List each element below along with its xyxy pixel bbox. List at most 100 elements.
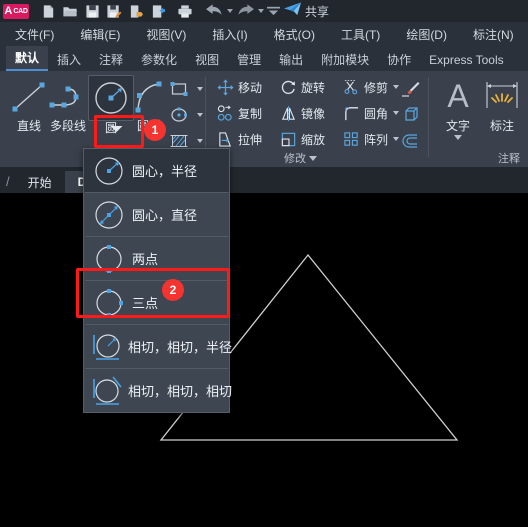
menu-item-two-point[interactable]: 两点 — [84, 237, 229, 280]
hatch-dropdown-icon[interactable] — [197, 139, 203, 143]
rotate-button[interactable]: 旋转 — [277, 75, 325, 99]
polyline-button[interactable]: 多段线 — [45, 75, 91, 133]
publish-icon[interactable] — [147, 1, 169, 21]
scale-button[interactable]: 缩放 — [277, 127, 325, 151]
drawing-canvas[interactable] — [0, 193, 528, 522]
quick-access-toolbar: A CAD 共享 — [0, 0, 528, 22]
circle-ttt-icon — [90, 374, 124, 408]
scale-icon — [277, 131, 299, 148]
open-folder-icon[interactable] — [59, 1, 81, 21]
menu-edit[interactable]: 编辑(E) — [71, 22, 129, 46]
copy-button[interactable]: 复制 — [214, 101, 262, 125]
menu-format[interactable]: 格式(O) — [265, 22, 324, 46]
plot-to-device-icon[interactable] — [125, 1, 147, 21]
fillet-button[interactable]: 圆角 — [340, 101, 400, 125]
tab-manage[interactable]: 管理 — [228, 48, 270, 71]
menu-insert[interactable]: 插入(I) — [203, 22, 256, 46]
annotation-panel-label: 注释 — [498, 153, 520, 165]
tab-output[interactable]: 输出 — [270, 48, 312, 71]
document-tab-bar: / 开始 D — [0, 167, 528, 193]
tab-default[interactable]: 默认 — [6, 46, 49, 71]
redo-dropdown-icon[interactable] — [256, 1, 265, 21]
tab-collaborate[interactable]: 协作 — [378, 48, 420, 71]
tab-insert[interactable]: 插入 — [48, 48, 90, 71]
ellipse-dropdown-icon[interactable] — [197, 113, 203, 117]
redo-icon[interactable] — [234, 1, 256, 21]
customize-dropdown-icon[interactable] — [265, 1, 281, 21]
move-icon — [214, 78, 236, 96]
circle-center-radius-icon — [90, 154, 128, 188]
move-button[interactable]: 移动 — [214, 75, 262, 99]
3d-box-icon — [398, 106, 424, 124]
tab-express-tools[interactable]: Express Tools — [420, 48, 512, 71]
menu-bar: 文件(F) 编辑(E) 视图(V) 插入(I) 格式(O) 工具(T) 绘图(D… — [0, 22, 528, 47]
circle-3point-icon — [90, 286, 128, 320]
save-icon[interactable] — [81, 1, 103, 21]
print-icon[interactable] — [174, 1, 196, 21]
menu-item-three-point[interactable]: 三点 — [84, 281, 229, 324]
step-badge-2: 2 — [162, 279, 184, 301]
menu-tools[interactable]: 工具(T) — [332, 22, 389, 46]
offset-button[interactable] — [398, 128, 424, 154]
rectangle-button[interactable] — [166, 76, 203, 102]
tab-addins[interactable]: 附加模块 — [312, 48, 378, 71]
menu-item-center-radius[interactable]: 圆心，半径 — [84, 149, 229, 192]
3d-box-button[interactable] — [398, 102, 424, 128]
text-button[interactable]: A 文字 — [435, 75, 481, 140]
array-button[interactable]: 阵列 — [340, 127, 400, 151]
tab-nav-icon[interactable]: / — [0, 174, 15, 193]
tab-annotate[interactable]: 注释 — [90, 48, 132, 71]
menu-dimension[interactable]: 标注(N) — [464, 22, 523, 46]
fillet-label: 圆角 — [364, 106, 389, 121]
modify-panel: 移动 旋转 修剪 复制 镜像 圆角 拉伸 缩放 阵列 修改 — [206, 71, 400, 167]
ribbon-panels: 直线 多段线 圆 移动 旋转 修剪 复制 镜像 圆角 拉伸 缩放 阵列 修改 A… — [0, 71, 528, 168]
draw-mini-tools — [166, 76, 203, 154]
menu-item-center-diameter[interactable]: 圆心，直径 — [84, 193, 229, 236]
annotation-panel: A 文字 标注 注释 — [429, 71, 528, 167]
menu-item-tan-tan-radius[interactable]: 相切，相切，半径 — [84, 325, 232, 368]
circle-center-diameter-icon — [90, 198, 128, 232]
share-icon — [283, 1, 302, 22]
array-icon — [340, 131, 362, 148]
copy-label: 复制 — [238, 106, 263, 121]
doc-tab-start[interactable]: 开始 — [15, 171, 65, 193]
text-dropdown-icon[interactable] — [454, 135, 462, 140]
save-as-icon[interactable] — [103, 1, 125, 21]
circle-2point-icon — [90, 242, 128, 276]
trim-label: 修剪 — [364, 80, 389, 95]
modify-panel-expand-icon[interactable] — [309, 156, 317, 161]
logo-suffix: CAD — [13, 7, 28, 15]
circle-dropdown-arrow[interactable] — [101, 122, 131, 136]
menu-draw[interactable]: 绘图(D) — [397, 22, 456, 46]
mirror-label: 镜像 — [301, 106, 326, 121]
rectangle-dropdown-icon[interactable] — [197, 87, 203, 91]
menu-item-tan-tan-tan-label: 相切，相切，相切 — [128, 384, 233, 399]
text-label: 文字 — [445, 119, 470, 133]
menu-item-two-point-label: 两点 — [132, 252, 159, 267]
menu-view[interactable]: 视图(V) — [137, 22, 195, 46]
scale-label: 缩放 — [301, 132, 326, 147]
menu-item-tan-tan-tan[interactable]: 相切，相切，相切 — [84, 369, 233, 412]
polyline-label: 多段线 — [49, 119, 86, 133]
modify-side-tools — [398, 76, 424, 154]
cad-application-window: A CAD 共享 文件(F) 编辑(E) 视图(V) 插入(I) 格式(O) 工… — [0, 0, 528, 522]
move-label: 移动 — [238, 80, 263, 95]
menu-item-center-radius-label: 圆心，半径 — [132, 164, 198, 179]
modify-panel-label: 修改 — [206, 150, 395, 166]
properties-brush-button[interactable] — [398, 76, 424, 102]
logo-letter: A — [4, 4, 13, 17]
undo-icon[interactable] — [203, 1, 225, 21]
dimension-button[interactable]: 标注 — [479, 75, 525, 134]
ellipse-button[interactable] — [166, 102, 203, 128]
undo-dropdown-icon[interactable] — [225, 1, 234, 21]
trim-button[interactable]: 修剪 — [340, 75, 400, 99]
new-file-icon[interactable] — [37, 1, 59, 21]
tab-parametric[interactable]: 参数化 — [132, 48, 186, 71]
tab-view[interactable]: 视图 — [186, 48, 228, 71]
stretch-label: 拉伸 — [238, 132, 263, 147]
rectangle-icon — [166, 80, 192, 98]
menu-file[interactable]: 文件(F) — [6, 22, 63, 46]
share-button[interactable]: 共享 — [283, 1, 329, 21]
mirror-button[interactable]: 镜像 — [277, 101, 325, 125]
dimension-icon — [479, 75, 525, 117]
